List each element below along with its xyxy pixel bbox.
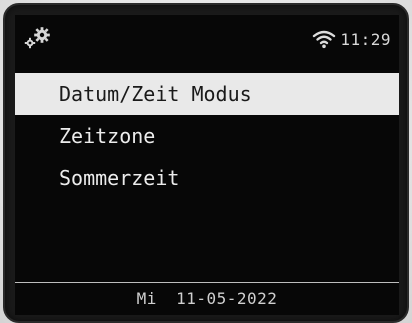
status-bar: 11:29 <box>15 15 399 63</box>
menu-item-zeitzone[interactable]: Zeitzone <box>15 115 399 157</box>
menu-item-sommerzeit[interactable]: Sommerzeit <box>15 157 399 199</box>
footer-day: Mi <box>136 289 157 308</box>
settings-gears-icon[interactable] <box>23 25 53 51</box>
status-clock: 11:29 <box>340 29 391 49</box>
display-screen: 11:29 Datum/Zeit Modus Zeitzone Sommerze… <box>15 15 399 315</box>
footer-date: 11-05-2022 <box>176 289 278 308</box>
display-frame: 11:29 Datum/Zeit Modus Zeitzone Sommerze… <box>3 3 409 323</box>
device-bezel: 11:29 Datum/Zeit Modus Zeitzone Sommerze… <box>0 0 412 323</box>
menu-item-datum-zeit-modus[interactable]: Datum/Zeit Modus <box>15 73 399 115</box>
settings-menu: Datum/Zeit Modus Zeitzone Sommerzeit <box>15 73 399 199</box>
status-right-group: 11:29 <box>312 29 391 49</box>
wifi-icon <box>313 30 336 49</box>
date-footer: Mi 11-05-2022 <box>15 282 399 315</box>
